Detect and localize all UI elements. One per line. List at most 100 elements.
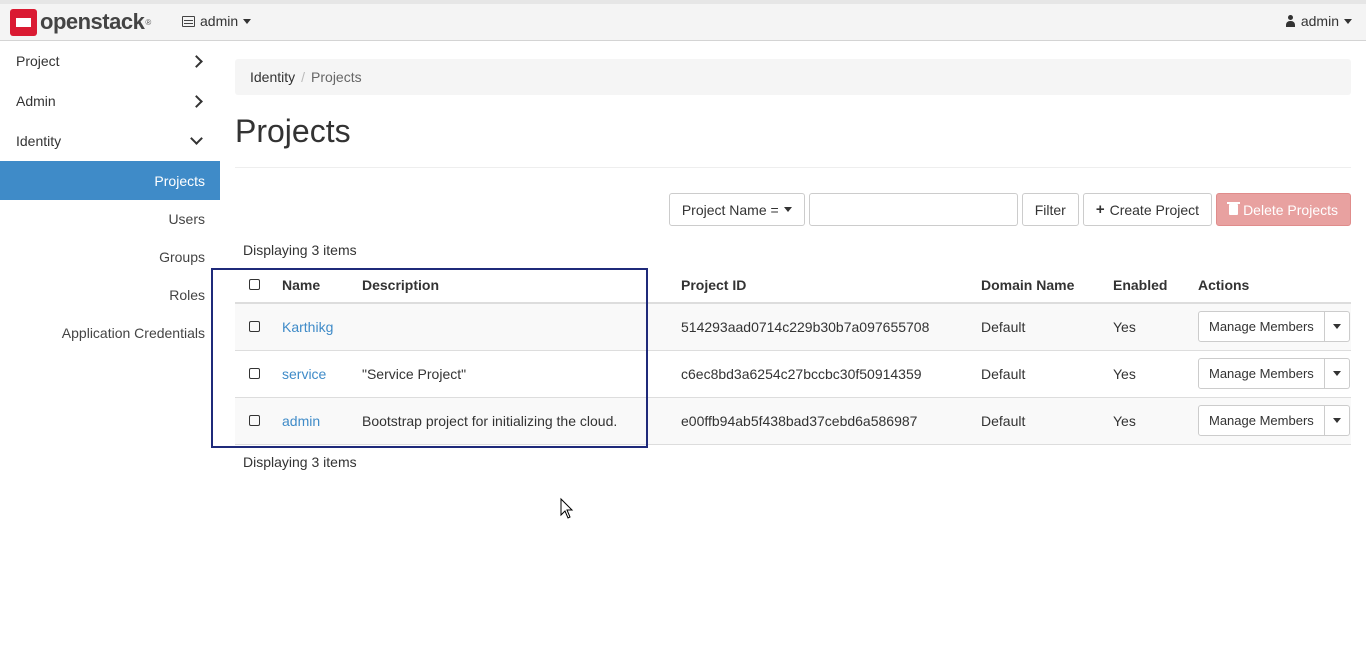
enabled-cell: Yes	[1113, 303, 1198, 351]
domain-name-cell: Default	[981, 303, 1113, 351]
sidebar-item-label: Admin	[16, 93, 56, 109]
actions-cell: Manage Members	[1198, 303, 1351, 351]
row-actions: Manage Members	[1198, 358, 1351, 389]
manage-members-button[interactable]: Manage Members	[1198, 311, 1325, 343]
delete-projects-label: Delete Projects	[1243, 201, 1338, 218]
breadcrumb-identity[interactable]: Identity	[250, 69, 295, 85]
chevron-down-icon	[190, 132, 203, 145]
breadcrumb-separator: /	[301, 69, 306, 85]
row-select-cell	[235, 350, 282, 398]
column-header-enabled[interactable]: Enabled	[1113, 268, 1198, 304]
breadcrumb: Identity / Projects	[235, 59, 1351, 95]
more-actions-button[interactable]	[1324, 311, 1350, 343]
filter-field-select[interactable]: Project Name =	[668, 193, 805, 226]
column-header-actions: Actions	[1198, 268, 1351, 304]
column-header-project-id[interactable]: Project ID	[681, 268, 981, 304]
brand-name: openstack	[40, 9, 145, 34]
title-divider	[235, 167, 1351, 168]
table-toolbar: Project Name = Filter + Create Project D…	[668, 193, 1351, 226]
caret-down-icon	[1332, 324, 1341, 330]
filter-button[interactable]: Filter	[1021, 193, 1079, 226]
caret-down-icon	[1332, 371, 1341, 376]
select-all-checkbox[interactable]	[249, 279, 260, 290]
row-actions: Manage Members	[1198, 405, 1351, 436]
table-row: service "Service Project" c6ec8bd3a6254c…	[235, 350, 1351, 398]
sidebar-item-project[interactable]: Project	[0, 41, 220, 81]
project-id-cell: e00ffb94ab5f438bad37cebd6a586987	[681, 397, 981, 445]
table-header-row: Name Description Project ID Domain Name …	[235, 268, 1351, 304]
caret-down-icon	[783, 207, 792, 212]
top-navbar: openstack ® admin admin	[0, 0, 1366, 41]
sidebar-subitem-application-credentials[interactable]: Application Credentials	[0, 314, 220, 352]
name-cell: admin	[282, 397, 362, 445]
sidebar-subitem-projects[interactable]: Projects	[0, 161, 220, 200]
more-actions-button[interactable]	[1324, 405, 1350, 436]
table-row: Karthikg 514293aad0714c229b30b7a09765570…	[235, 303, 1351, 351]
column-header-name[interactable]: Name	[282, 268, 362, 304]
main-content: Identity / Projects Projects Project Nam…	[235, 41, 1351, 470]
column-header-domain-name[interactable]: Domain Name	[981, 268, 1113, 304]
domain-name-cell: Default	[981, 397, 1113, 445]
projects-table: Name Description Project ID Domain Name …	[235, 268, 1351, 445]
openstack-logo-icon	[10, 8, 37, 36]
sidebar-item-identity[interactable]: Identity	[0, 121, 220, 161]
user-icon	[1285, 14, 1296, 28]
chevron-right-icon	[190, 94, 203, 108]
project-switcher[interactable]: admin	[182, 13, 252, 29]
name-cell: Karthikg	[282, 303, 362, 351]
description-cell: Bootstrap project for initializing the c…	[362, 397, 681, 445]
row-checkbox[interactable]	[249, 320, 260, 332]
user-menu[interactable]: admin	[1285, 13, 1352, 29]
column-header-description[interactable]: Description	[362, 268, 681, 304]
sidebar-item-label: Identity	[16, 133, 62, 149]
mouse-cursor-icon	[560, 497, 574, 519]
row-checkbox[interactable]	[249, 414, 260, 426]
project-id-cell: 514293aad0714c229b30b7a097655708	[681, 303, 981, 351]
sidebar-subitem-users[interactable]: Users	[0, 200, 220, 238]
row-actions: Manage Members	[1198, 311, 1351, 343]
create-project-button[interactable]: + Create Project	[1082, 193, 1213, 226]
project-switcher-label: admin	[200, 13, 239, 29]
plus-icon: +	[1095, 201, 1105, 218]
description-cell	[362, 303, 681, 351]
project-name-link[interactable]: Karthikg	[282, 319, 333, 335]
actions-cell: Manage Members	[1198, 397, 1351, 445]
caret-down-icon	[243, 18, 252, 24]
item-count-bottom: Displaying 3 items	[243, 454, 357, 470]
brand-registered: ®	[145, 17, 152, 27]
trash-icon	[1227, 202, 1241, 215]
description-cell: "Service Project"	[362, 350, 681, 398]
page-title: Projects	[235, 113, 351, 149]
project-id-cell: c6ec8bd3a6254c27bccbc30f50914359	[681, 350, 981, 398]
sidebar-subitem-roles[interactable]: Roles	[0, 276, 220, 314]
row-select-cell	[235, 303, 282, 351]
project-name-link[interactable]: admin	[282, 413, 320, 429]
sidebar-item-label: Project	[16, 53, 60, 69]
enabled-cell: Yes	[1113, 397, 1198, 445]
project-name-link[interactable]: service	[282, 366, 326, 382]
actions-cell: Manage Members	[1198, 350, 1351, 398]
sidebar: Project Admin Identity Projects Users Gr…	[0, 41, 220, 352]
row-select-cell	[235, 397, 282, 445]
openstack-logo[interactable]: openstack ®	[10, 8, 151, 36]
filter-input[interactable]	[808, 193, 1018, 226]
name-cell: service	[282, 350, 362, 398]
more-actions-button[interactable]	[1324, 358, 1350, 389]
server-icon	[182, 15, 195, 27]
delete-projects-button[interactable]: Delete Projects	[1216, 193, 1351, 226]
chevron-right-icon	[190, 54, 203, 68]
filter-field-label: Project Name =	[681, 201, 779, 218]
manage-members-button[interactable]: Manage Members	[1198, 358, 1325, 389]
domain-name-cell: Default	[981, 350, 1113, 398]
breadcrumb-current: Projects	[311, 69, 362, 85]
select-all-header	[235, 268, 282, 304]
item-count-top: Displaying 3 items	[243, 242, 357, 258]
manage-members-button[interactable]: Manage Members	[1198, 405, 1325, 436]
sidebar-item-admin[interactable]: Admin	[0, 81, 220, 121]
table-row: admin Bootstrap project for initializing…	[235, 397, 1351, 445]
caret-down-icon	[1344, 18, 1352, 24]
user-menu-label: admin	[1300, 13, 1339, 29]
sidebar-subitem-groups[interactable]: Groups	[0, 238, 220, 276]
enabled-cell: Yes	[1113, 350, 1198, 398]
row-checkbox[interactable]	[249, 367, 260, 379]
